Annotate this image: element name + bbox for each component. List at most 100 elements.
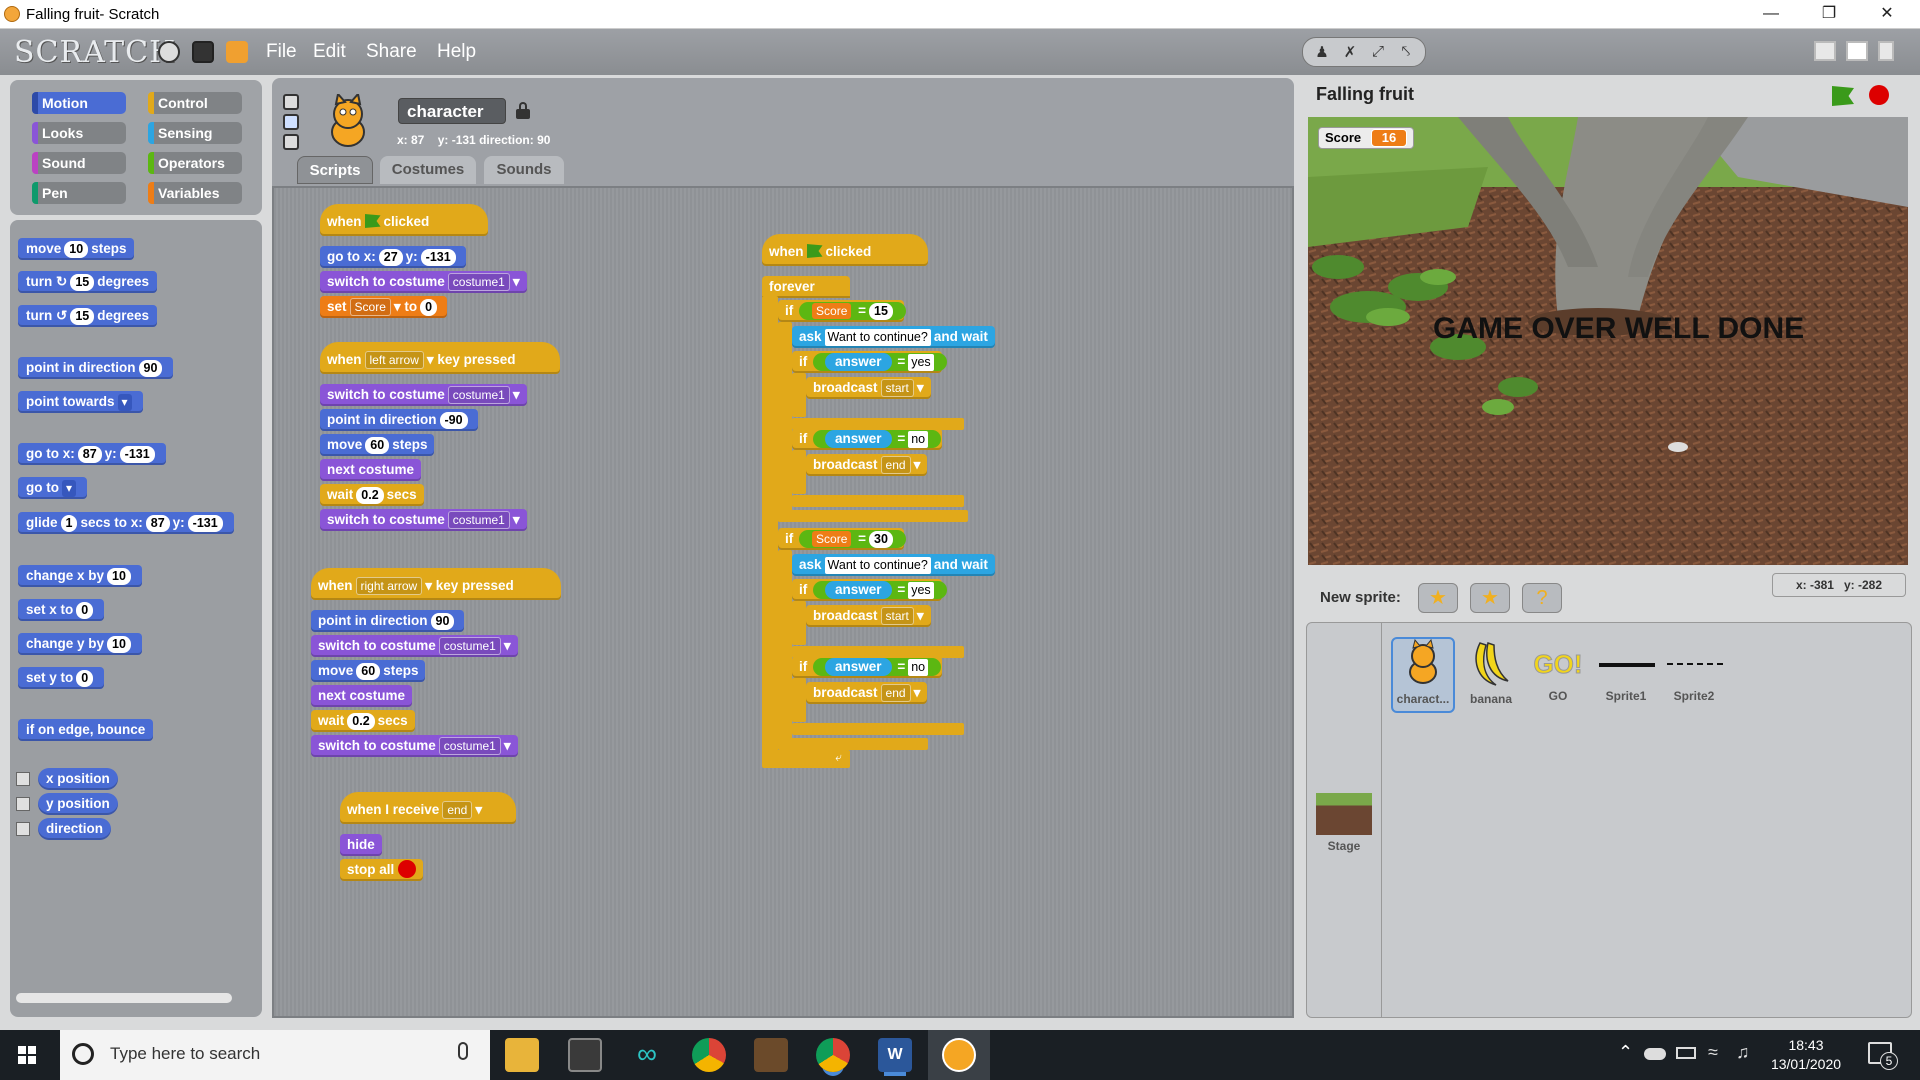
- category-control[interactable]: Control: [148, 92, 242, 114]
- if-block[interactable]: if Score = 30: [778, 528, 906, 550]
- globe-icon[interactable]: [158, 41, 180, 63]
- scripts-area[interactable]: when clicked go to x: 27 y: -131 switch to c…: [272, 186, 1294, 1018]
- paint-sprite-icon[interactable]: ★: [1418, 583, 1458, 613]
- if-block[interactable]: if Score = 15: [778, 300, 906, 322]
- when-i-receive-hat[interactable]: when I receive end ▾: [340, 792, 516, 824]
- category-operators[interactable]: Operators: [148, 152, 242, 174]
- shrink-icon[interactable]: ⤣: [1395, 43, 1417, 63]
- set-y-block[interactable]: set y to 0: [18, 667, 105, 689]
- duplicate-icon[interactable]: ♟: [1311, 43, 1333, 63]
- menu-edit[interactable]: Edit: [313, 41, 346, 63]
- goto-block[interactable]: go to ▾: [18, 477, 88, 499]
- broadcast-block[interactable]: broadcast start ▾: [806, 605, 931, 627]
- share-icon[interactable]: [226, 41, 248, 63]
- minecraft-icon[interactable]: [754, 1038, 788, 1072]
- if-block[interactable]: if answer = no: [792, 656, 942, 678]
- forever-block[interactable]: forever: [762, 276, 850, 298]
- normal-stage-icon[interactable]: [1846, 41, 1868, 61]
- taskbar-search[interactable]: Type here to search: [60, 1030, 490, 1080]
- word-icon[interactable]: W: [878, 1038, 912, 1072]
- stop-icon[interactable]: [1869, 85, 1889, 105]
- point-direction-block[interactable]: point in direction -90: [320, 409, 478, 431]
- x-position-reporter[interactable]: x position: [38, 768, 118, 790]
- next-costume-block[interactable]: next costume: [311, 685, 413, 707]
- scratch-icon[interactable]: [942, 1038, 976, 1072]
- category-sensing[interactable]: Sensing: [148, 122, 242, 144]
- move-steps-block[interactable]: move 60 steps: [311, 660, 426, 682]
- category-looks[interactable]: Looks: [32, 122, 126, 144]
- sprite-name-field[interactable]: character: [398, 98, 506, 124]
- onedrive-icon[interactable]: [1644, 1048, 1666, 1060]
- clock[interactable]: 18:43 13/01/2020: [1764, 1036, 1848, 1074]
- file-explorer-icon[interactable]: [505, 1038, 539, 1072]
- menu-help[interactable]: Help: [437, 41, 476, 63]
- ask-and-wait-block[interactable]: ask Want to continue? and wait: [792, 554, 995, 576]
- turn-left-block[interactable]: turn ↺ 15 degrees: [18, 305, 158, 327]
- when-key-pressed-hat[interactable]: when right arrow ▾ key pressed: [311, 568, 561, 600]
- minimize-icon[interactable]: —: [1742, 0, 1800, 29]
- reporter-checkbox[interactable]: [16, 797, 30, 811]
- choose-sprite-icon[interactable]: ★: [1470, 583, 1510, 613]
- stage[interactable]: Score 16 GAME OVER WELL DONE: [1308, 117, 1908, 565]
- direction-reporter[interactable]: direction: [38, 818, 112, 840]
- reporter-checkbox[interactable]: [16, 772, 30, 786]
- chrome-icon[interactable]: [816, 1038, 850, 1072]
- wait-block[interactable]: wait 0.2 secs: [320, 484, 424, 506]
- sprite-thumb-sprite2[interactable]: Sprite2: [1663, 639, 1725, 703]
- score-monitor[interactable]: Score 16: [1318, 127, 1415, 149]
- menu-file[interactable]: File: [266, 41, 297, 63]
- if-block[interactable]: if answer = no: [792, 428, 942, 450]
- wifi-icon[interactable]: ≈: [1708, 1042, 1718, 1063]
- switch-costume-block[interactable]: switch to costume costume1 ▾: [320, 271, 527, 293]
- move-steps-block[interactable]: move 10 steps: [18, 238, 135, 260]
- grow-icon[interactable]: ⤢: [1367, 43, 1389, 63]
- move-steps-block[interactable]: move 60 steps: [320, 434, 435, 456]
- when-key-pressed-hat[interactable]: when left arrow ▾ key pressed: [320, 342, 560, 374]
- y-position-reporter[interactable]: y position: [38, 793, 118, 815]
- random-sprite-icon[interactable]: ?: [1522, 583, 1562, 613]
- sprite-thumb-go[interactable]: GO! GO: [1527, 639, 1589, 704]
- change-x-block[interactable]: change x by 10: [18, 565, 142, 587]
- tab-costumes[interactable]: Costumes: [380, 156, 476, 184]
- bounce-block[interactable]: if on edge, bounce: [18, 719, 154, 741]
- sprite-thumb-sprite1[interactable]: Sprite1: [1595, 639, 1657, 703]
- small-stage-icon[interactable]: [1814, 41, 1836, 61]
- rotate-style-icon[interactable]: [283, 94, 299, 110]
- no-rotate-icon[interactable]: [283, 134, 299, 150]
- tab-scripts[interactable]: Scripts: [297, 156, 373, 184]
- chevron-up-icon[interactable]: ⌃: [1618, 1042, 1633, 1063]
- flip-style-icon[interactable]: [283, 114, 299, 130]
- arduino-icon[interactable]: ∞: [630, 1038, 664, 1072]
- goto-xy-block[interactable]: go to x: 27 y: -131: [320, 246, 466, 268]
- point-direction-block[interactable]: point in direction 90: [311, 610, 465, 632]
- save-icon[interactable]: [192, 41, 214, 63]
- point-direction-block[interactable]: point in direction 90: [18, 357, 174, 379]
- sprite-thumb-banana[interactable]: banana: [1460, 639, 1522, 706]
- when-flag-clicked-hat[interactable]: when clicked: [762, 234, 928, 266]
- category-motion[interactable]: Motion: [32, 92, 126, 114]
- wait-block[interactable]: wait 0.2 secs: [311, 710, 415, 732]
- change-y-block[interactable]: change y by 10: [18, 633, 142, 655]
- category-variables[interactable]: Variables: [148, 182, 242, 204]
- next-costume-block[interactable]: next costume: [320, 459, 422, 481]
- switch-costume-block[interactable]: switch to costume costume1 ▾: [320, 384, 527, 406]
- restore-icon[interactable]: ❐: [1800, 0, 1858, 29]
- glide-block[interactable]: glide 1 secs to x: 87 y: -131: [18, 512, 234, 534]
- presentation-icon[interactable]: [1878, 41, 1894, 61]
- store-icon[interactable]: [568, 1038, 602, 1072]
- green-flag-icon[interactable]: [1832, 86, 1854, 106]
- reporter-checkbox[interactable]: [16, 822, 30, 836]
- if-block[interactable]: if answer = yes: [792, 351, 947, 373]
- tab-sounds[interactable]: Sounds: [484, 156, 564, 184]
- goto-xy-block[interactable]: go to x: 87 y: -131: [18, 443, 166, 465]
- windows-start-icon[interactable]: [18, 1046, 36, 1064]
- when-flag-clicked-hat[interactable]: when clicked: [320, 204, 488, 236]
- broadcast-block[interactable]: broadcast start ▾: [806, 377, 931, 399]
- category-pen[interactable]: Pen: [32, 182, 126, 204]
- point-towards-block[interactable]: point towards ▾: [18, 391, 143, 413]
- set-variable-block[interactable]: set Score ▾ to 0: [320, 296, 448, 318]
- turn-right-block[interactable]: turn ↻ 15 degrees: [18, 271, 158, 293]
- category-sound[interactable]: Sound: [32, 152, 126, 174]
- palette-scrollbar[interactable]: [16, 993, 232, 1003]
- stop-all-block[interactable]: stop all: [340, 859, 424, 881]
